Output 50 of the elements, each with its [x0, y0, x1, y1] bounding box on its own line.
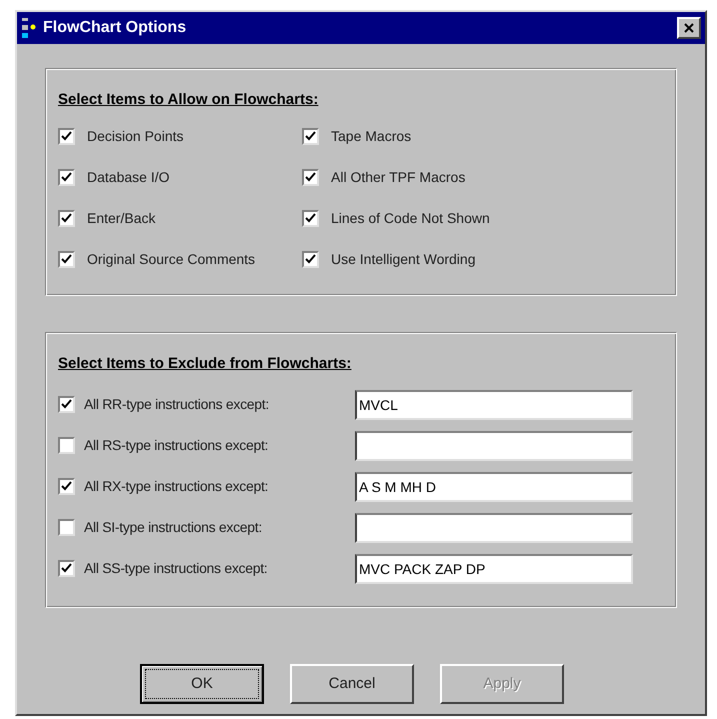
checkbox-label: Lines of Code Not Shown — [331, 208, 490, 228]
checkmark-icon — [61, 481, 72, 492]
checkbox-label: All RR-type instructions except: — [84, 395, 269, 414]
checkbox[interactable] — [58, 168, 75, 186]
checkbox-label: Decision Points — [87, 126, 184, 146]
group-heading: Select Items to Allow on Flowcharts: — [58, 90, 320, 110]
checkmark-icon — [305, 130, 316, 142]
app-icon — [21, 17, 37, 39]
input-field[interactable]: MVCL — [355, 390, 633, 420]
close-button[interactable] — [677, 17, 701, 39]
dialog-button[interactable]: Cancel — [290, 664, 414, 704]
checkbox[interactable] — [302, 210, 319, 226]
checkbox-label: All Other TPF Macros — [331, 168, 466, 186]
checkmark-icon — [61, 254, 72, 264]
checkbox[interactable] — [58, 396, 75, 413]
checkbox[interactable] — [58, 250, 75, 268]
close-icon — [684, 23, 694, 33]
checkbox-label: Tape Macros — [331, 126, 412, 146]
checkmark-icon — [61, 563, 72, 574]
dialog-button[interactable]: OK — [140, 664, 264, 704]
checkbox[interactable] — [58, 210, 75, 226]
checkbox[interactable] — [58, 128, 75, 144]
checkbox-label: Enter/Back — [87, 208, 156, 228]
checkbox[interactable] — [58, 478, 75, 495]
checkmark-icon — [305, 212, 316, 224]
checkbox[interactable] — [58, 560, 75, 577]
checkbox-label: Use Intelligent Wording — [331, 250, 476, 269]
checkbox[interactable] — [302, 250, 319, 268]
checkbox[interactable] — [302, 168, 319, 186]
checkmark-icon — [305, 172, 316, 182]
checkbox-label: All RX-type instructions except: — [84, 477, 268, 496]
input-field[interactable]: MVC PACK ZAP DP — [355, 554, 633, 584]
checkbox[interactable] — [58, 519, 75, 536]
checkmark-icon — [61, 130, 72, 142]
checkbox-label: Database I/O — [87, 168, 170, 186]
group-heading: Select Items to Exclude from Flowcharts: — [58, 354, 352, 374]
checkmark-icon — [61, 212, 72, 224]
input-field[interactable] — [355, 430, 633, 460]
checkbox[interactable] — [302, 128, 319, 144]
checkbox-label: Original Source Comments — [87, 250, 256, 269]
checkbox-label: All SS-type instructions except: — [84, 559, 268, 578]
window-title: FlowChart Options — [43, 18, 186, 38]
checkmark-icon — [61, 399, 72, 410]
input-field[interactable]: A S M MH D — [355, 472, 633, 502]
checkbox-label: All SI-type instructions except: — [84, 518, 262, 537]
checkbox-label: All RS-type instructions except: — [84, 436, 268, 455]
checkbox[interactable] — [58, 437, 75, 454]
checkmark-icon — [61, 172, 72, 182]
input-field[interactable] — [355, 512, 633, 542]
checkmark-icon — [305, 254, 316, 264]
